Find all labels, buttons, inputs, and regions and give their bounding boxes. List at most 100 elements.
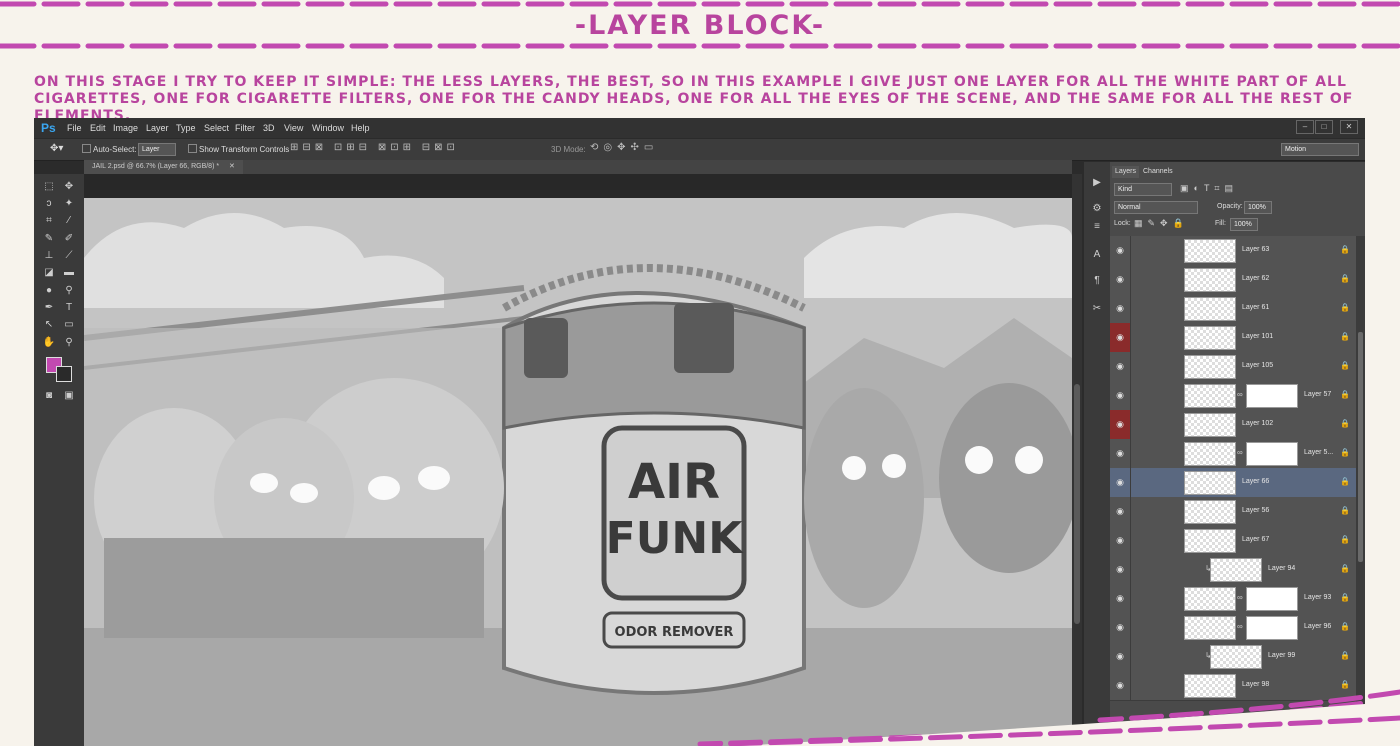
layer-thumbnail[interactable] bbox=[1210, 645, 1262, 669]
mask-link-icon[interactable]: ∞ bbox=[1237, 448, 1243, 457]
layer-thumbnail[interactable] bbox=[1184, 442, 1236, 466]
eye-icon[interactable]: ◉ bbox=[1115, 506, 1125, 516]
layer-visibility-cell[interactable]: ◉ bbox=[1110, 671, 1131, 700]
layer-visibility-cell[interactable]: ◉ bbox=[1110, 236, 1131, 265]
layer-visibility-cell[interactable]: ◉ bbox=[1110, 323, 1131, 352]
layer-name[interactable]: Layer 94 bbox=[1268, 565, 1295, 572]
type-tool-icon[interactable]: T bbox=[62, 301, 76, 315]
layers-scrollbar[interactable] bbox=[1356, 236, 1365, 746]
layer-name[interactable]: Layer 105 bbox=[1242, 362, 1273, 369]
eye-icon[interactable]: ◉ bbox=[1115, 361, 1125, 371]
background-color-swatch[interactable] bbox=[56, 366, 72, 382]
crop-tool-icon[interactable]: ⌗ bbox=[42, 214, 56, 228]
eye-icon[interactable]: ◉ bbox=[1115, 622, 1125, 632]
screen-mode-icon[interactable]: ▣ bbox=[62, 389, 76, 403]
workspace-dropdown[interactable]: Motion bbox=[1281, 143, 1359, 156]
menu-select[interactable]: Select bbox=[204, 123, 229, 133]
eye-icon[interactable]: ◉ bbox=[1115, 245, 1125, 255]
tools-icon[interactable]: ✂ bbox=[1090, 302, 1104, 316]
mask-link-icon[interactable]: ∞ bbox=[1237, 622, 1243, 631]
character-icon[interactable]: A bbox=[1090, 248, 1104, 262]
layer-row[interactable]: ◉ Layer 63 🔒 bbox=[1110, 236, 1356, 266]
layer-row[interactable]: ◉ ∞ Layer 93 🔒 bbox=[1110, 584, 1356, 614]
paragraph-icon[interactable]: ¶ bbox=[1090, 274, 1104, 288]
gradient-tool-icon[interactable]: ▬ bbox=[62, 266, 76, 280]
layer-row[interactable]: ◉ ∞ Layer 96 🔒 bbox=[1110, 613, 1356, 643]
layer-mask-thumbnail[interactable] bbox=[1246, 616, 1298, 640]
opacity-input[interactable]: 100% bbox=[1244, 201, 1272, 214]
layer-row[interactable]: ◉ Layer 61 🔒 bbox=[1110, 294, 1356, 324]
layer-visibility-cell[interactable]: ◉ bbox=[1110, 265, 1131, 294]
minimize-icon[interactable]: – bbox=[1296, 120, 1314, 134]
eye-icon[interactable]: ◉ bbox=[1115, 477, 1125, 487]
tab-channels[interactable]: Channels bbox=[1140, 166, 1176, 178]
menu-image[interactable]: Image bbox=[113, 123, 138, 133]
layer-row[interactable]: ◉ Layer 56 🔒 bbox=[1110, 497, 1356, 527]
menu-window[interactable]: Window bbox=[312, 123, 344, 133]
layer-thumbnail[interactable] bbox=[1184, 587, 1236, 611]
layer-thumbnail[interactable] bbox=[1184, 500, 1236, 524]
quick-mask-icon[interactable]: ◙ bbox=[42, 389, 56, 403]
zoom-tool-icon[interactable]: ⚲ bbox=[62, 336, 76, 350]
hand-tool-icon[interactable]: ✋ bbox=[42, 336, 56, 350]
layer-name[interactable]: Layer 56 bbox=[1242, 507, 1269, 514]
layer-visibility-cell[interactable]: ◉ bbox=[1110, 526, 1131, 555]
adjust-icon[interactable]: ≡ bbox=[1090, 220, 1104, 234]
layer-row[interactable]: ◉ ∞ Layer 5... 🔒 bbox=[1110, 439, 1356, 469]
eye-icon[interactable]: ◉ bbox=[1115, 448, 1125, 458]
eye-icon[interactable]: ◉ bbox=[1115, 651, 1125, 661]
layer-name[interactable]: Layer 61 bbox=[1242, 304, 1269, 311]
layer-mask-thumbnail[interactable] bbox=[1246, 587, 1298, 611]
layer-visibility-cell[interactable]: ◉ bbox=[1110, 294, 1131, 323]
layer-visibility-cell[interactable]: ◉ bbox=[1110, 555, 1131, 584]
layer-name[interactable]: Layer 101 bbox=[1242, 333, 1273, 340]
layer-name[interactable]: Layer 57 bbox=[1304, 391, 1331, 398]
eye-icon[interactable]: ◉ bbox=[1115, 274, 1125, 284]
layer-thumbnail[interactable] bbox=[1184, 529, 1236, 553]
align-icons[interactable]: ⊞⊟⊠ ⊡⊞⊟ ⊠⊡⊞ ⊟⊠⊡ bbox=[290, 142, 459, 153]
menu-edit[interactable]: Edit bbox=[90, 123, 106, 133]
layer-visibility-cell[interactable]: ◉ bbox=[1110, 497, 1131, 526]
canvas-area[interactable]: AIR FUNK ODOR REMOVER bbox=[84, 174, 1072, 746]
layer-mask-thumbnail[interactable] bbox=[1246, 384, 1298, 408]
layer-name[interactable]: Layer 67 bbox=[1242, 536, 1269, 543]
blur-tool-icon[interactable]: ● bbox=[42, 284, 56, 298]
lock-icons[interactable]: ▦✎✥🔒 bbox=[1134, 218, 1189, 229]
pen-tool-icon[interactable]: ✒ bbox=[42, 301, 56, 315]
layer-thumbnail[interactable] bbox=[1184, 268, 1236, 292]
kind-filter-dropdown[interactable]: Kind bbox=[1114, 183, 1172, 196]
document-tab[interactable]: JAIL 2.psd @ 66.7% (Layer 66, RGB/8) * ✕ bbox=[84, 160, 243, 174]
tab-layers[interactable]: Layers bbox=[1112, 166, 1140, 178]
layer-thumbnail[interactable] bbox=[1184, 297, 1236, 321]
eye-icon[interactable]: ◉ bbox=[1115, 535, 1125, 545]
layer-name[interactable]: Layer 93 bbox=[1304, 594, 1331, 601]
marquee-tool-icon[interactable]: ⬚ bbox=[42, 180, 56, 194]
fill-input[interactable]: 100% bbox=[1230, 218, 1258, 231]
move-tool-icon[interactable]: ✥▾ bbox=[50, 143, 63, 154]
layer-visibility-cell[interactable]: ◉ bbox=[1110, 468, 1131, 497]
auto-select-dropdown[interactable]: Layer bbox=[138, 143, 176, 156]
tab-close-icon[interactable]: ✕ bbox=[229, 163, 235, 170]
path-select-icon[interactable]: ↖ bbox=[42, 318, 56, 332]
mask-link-icon[interactable]: ∞ bbox=[1237, 390, 1243, 399]
eyedropper-icon[interactable]: ⁄ bbox=[62, 214, 76, 228]
layer-name[interactable]: Layer 66 bbox=[1242, 478, 1269, 485]
menu-file[interactable]: File bbox=[67, 123, 82, 133]
layer-row[interactable]: ◉ Layer 101 🔒 bbox=[1110, 323, 1356, 353]
mask-link-icon[interactable]: ∞ bbox=[1237, 593, 1243, 602]
layer-thumbnail[interactable] bbox=[1184, 674, 1236, 698]
menu-layer[interactable]: Layer bbox=[146, 123, 169, 133]
canvas-scrollbar[interactable] bbox=[1072, 174, 1082, 746]
layer-row[interactable]: ◉ Layer 105 🔒 bbox=[1110, 352, 1356, 382]
layer-thumbnail[interactable] bbox=[1184, 616, 1236, 640]
layer-thumbnail[interactable] bbox=[1184, 326, 1236, 350]
layer-thumbnail[interactable] bbox=[1184, 384, 1236, 408]
brush-tool-icon[interactable]: ✐ bbox=[62, 232, 76, 246]
layer-visibility-cell[interactable]: ◉ bbox=[1110, 381, 1131, 410]
eraser-tool-icon[interactable]: ◪ bbox=[42, 266, 56, 280]
layer-visibility-cell[interactable]: ◉ bbox=[1110, 642, 1131, 671]
close-icon[interactable]: ✕ bbox=[1340, 120, 1358, 134]
artwork-canvas[interactable]: AIR FUNK ODOR REMOVER bbox=[84, 198, 1072, 746]
layer-mask-thumbnail[interactable] bbox=[1246, 442, 1298, 466]
eye-icon[interactable]: ◉ bbox=[1115, 564, 1125, 574]
